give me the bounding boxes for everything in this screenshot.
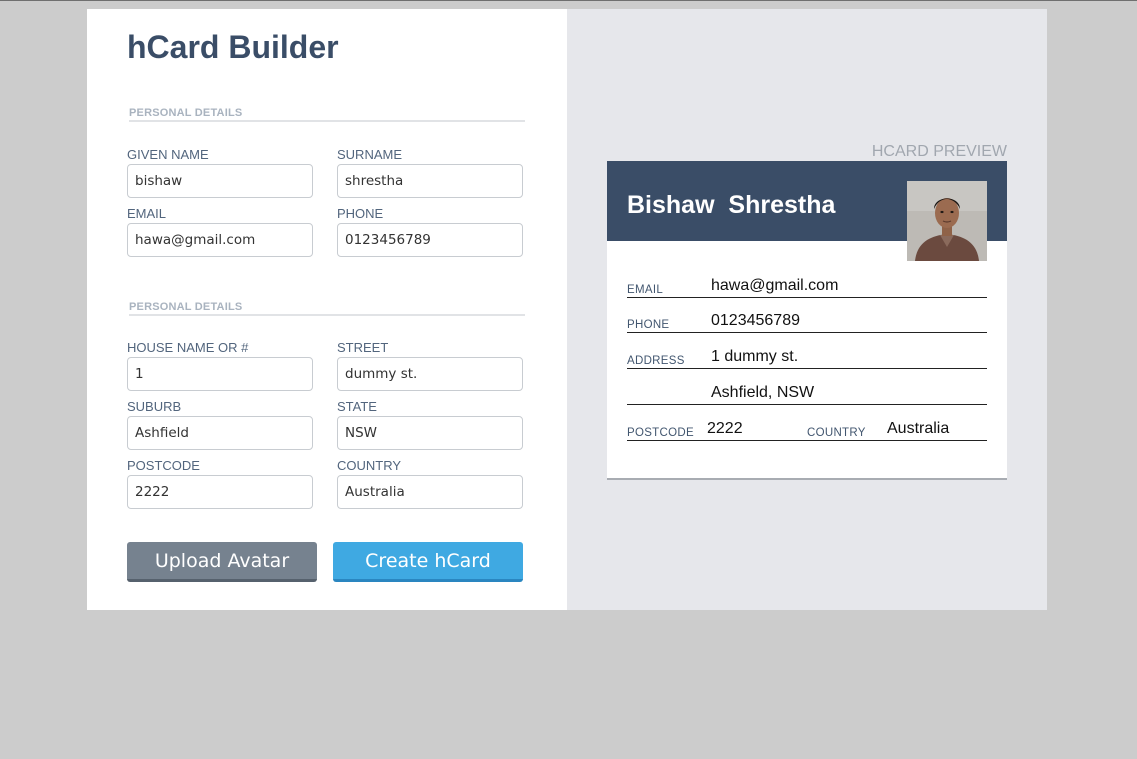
surname-label: SURNAME	[337, 147, 403, 162]
house-label: HOUSE NAME OR #	[127, 340, 249, 355]
card-address-label: ADDRESS	[627, 355, 685, 367]
given-name-label: GIVEN NAME	[127, 147, 209, 162]
suburb-input[interactable]	[127, 416, 313, 450]
state-input[interactable]	[337, 416, 523, 450]
street-label: STREET	[337, 340, 389, 355]
hcard-preview-card: Bishaw Shrestha EMAIL hawa@gmail.com PHO…	[607, 161, 1007, 480]
create-hcard-button[interactable]: Create hCard	[333, 542, 523, 582]
card-email-row: EMAIL hawa@gmail.com	[627, 261, 987, 298]
card-address-line2-row: Ashfield, NSW	[627, 368, 987, 405]
phone-input[interactable]	[337, 223, 523, 257]
given-name-field: GIVEN NAME	[127, 147, 313, 198]
preview-panel: HCARD PREVIEW Bishaw Shrestha EMAIL hawa…	[567, 9, 1047, 610]
country-label: COUNTRY	[337, 458, 402, 473]
card-phone-label: PHONE	[627, 319, 670, 331]
country-input[interactable]	[337, 475, 523, 509]
card-phone-row: PHONE 0123456789	[627, 296, 987, 333]
window-top-border	[0, 0, 1137, 1]
builder-panel: hCard Builder PERSONAL DETAILS GIVEN NAM…	[87, 9, 567, 610]
card-postcode-label: POSTCODE	[627, 427, 694, 439]
hcard-app: hCard Builder PERSONAL DETAILS GIVEN NAM…	[87, 9, 1047, 610]
email-input[interactable]	[127, 223, 313, 257]
upload-avatar-button[interactable]: Upload Avatar	[127, 542, 317, 582]
given-name-input[interactable]	[127, 164, 313, 198]
email-label: EMAIL	[127, 206, 167, 221]
street-input[interactable]	[337, 357, 523, 391]
card-email-label: EMAIL	[627, 284, 664, 296]
house-input[interactable]	[127, 357, 313, 391]
surname-input[interactable]	[337, 164, 523, 198]
card-phone-value: 0123456789	[711, 312, 800, 329]
avatar	[907, 181, 987, 261]
app-title: hCard Builder	[127, 29, 339, 65]
card-full-name: Bishaw Shrestha	[627, 191, 836, 219]
phone-field: PHONE	[337, 206, 523, 257]
suburb-label: SUBURB	[127, 399, 182, 414]
preview-label: HCARD PREVIEW	[871, 143, 1007, 160]
house-field: HOUSE NAME OR #	[127, 340, 313, 391]
section-heading-personal-details: PERSONAL DETAILS	[129, 107, 525, 122]
surname-field: SURNAME	[337, 147, 523, 198]
state-field: STATE	[337, 399, 523, 450]
card-country-label: COUNTRY	[807, 427, 866, 439]
card-address-line1: 1 dummy st.	[711, 348, 799, 365]
section-heading-address-details: PERSONAL DETAILS	[129, 301, 525, 316]
suburb-field: SUBURB	[127, 399, 313, 450]
postcode-input[interactable]	[127, 475, 313, 509]
country-field: COUNTRY	[337, 458, 523, 509]
card-country-value: Australia	[887, 420, 950, 437]
card-postcode-value: 2222	[707, 420, 743, 437]
phone-label: PHONE	[337, 206, 384, 221]
card-address-row: ADDRESS 1 dummy st.	[627, 332, 987, 369]
street-field: STREET	[337, 340, 523, 391]
card-address-line2: Ashfield, NSW	[711, 384, 815, 401]
card-email-value: hawa@gmail.com	[711, 277, 839, 294]
email-field: EMAIL	[127, 206, 313, 257]
state-label: STATE	[337, 399, 377, 414]
postcode-label: POSTCODE	[127, 458, 200, 473]
card-postcode-country-row: POSTCODE 2222 COUNTRY Australia	[627, 404, 987, 441]
postcode-field: POSTCODE	[127, 458, 313, 509]
person-photo-icon	[907, 181, 987, 261]
